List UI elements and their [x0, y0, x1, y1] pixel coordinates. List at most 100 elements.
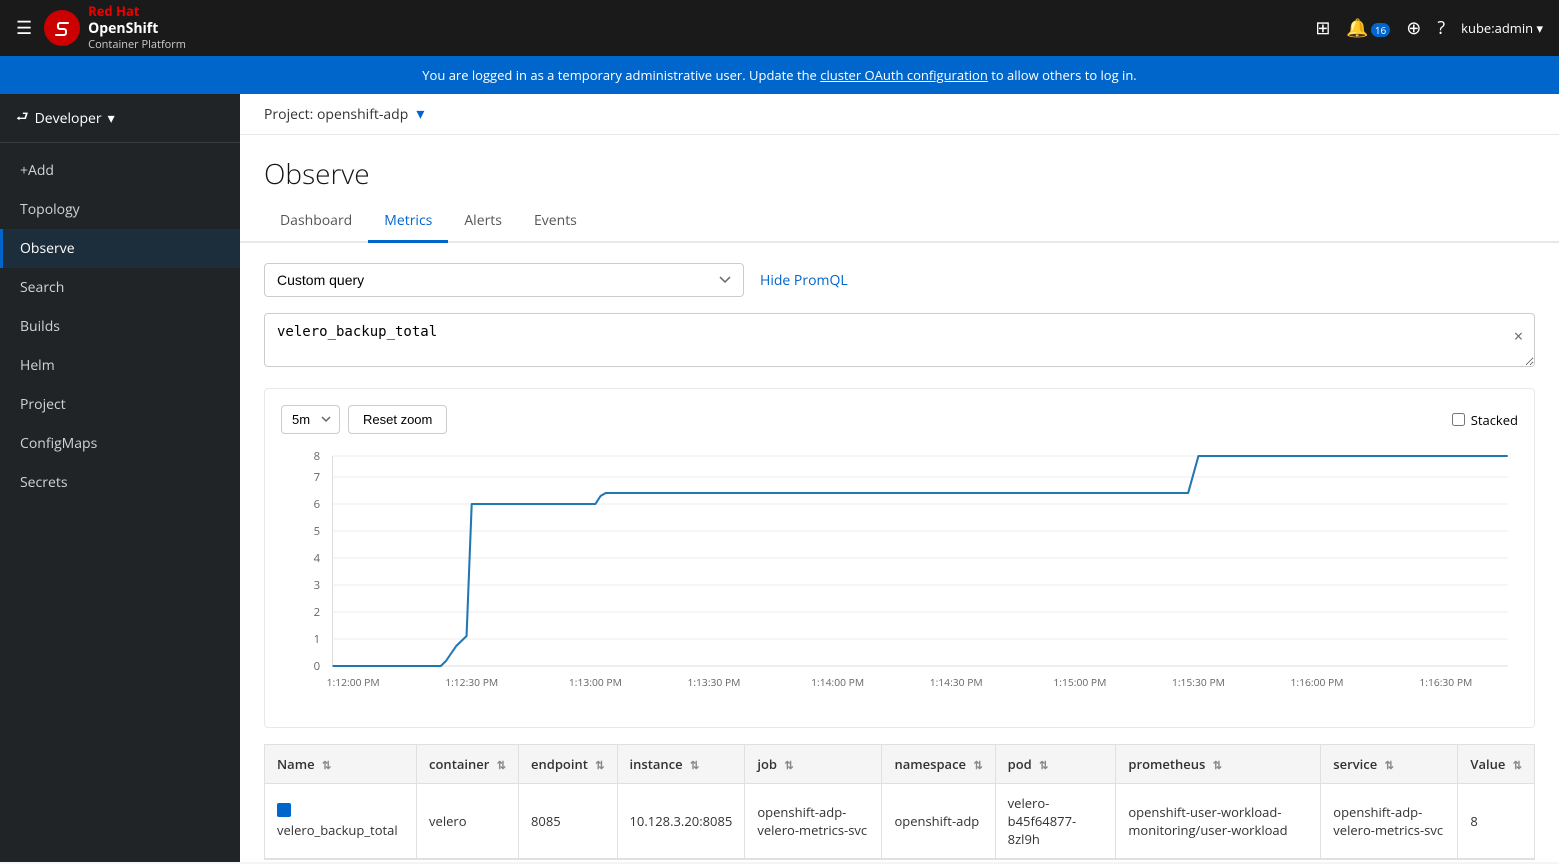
- query-type-select[interactable]: Custom query: [264, 263, 744, 297]
- sidebar-item-label: Builds: [20, 317, 60, 336]
- brand-text: Red Hat OpenShift Container Platform: [88, 3, 186, 52]
- grid-icon[interactable]: ⊞: [1315, 16, 1330, 40]
- chart-container: 5m Reset zoom Stacked: [264, 388, 1535, 728]
- results-table: Name ⇅ container ⇅ endpoint ⇅ instance: [264, 744, 1535, 859]
- sidebar-item-topology[interactable]: Topology: [0, 190, 240, 229]
- sidebar-item-label: Secrets: [20, 473, 68, 492]
- sidebar-item-label: ConfigMaps: [20, 434, 97, 453]
- reset-zoom-button[interactable]: Reset zoom: [348, 405, 447, 434]
- svg-text:5: 5: [314, 524, 320, 539]
- sort-icon[interactable]: ⇅: [1039, 758, 1048, 773]
- svg-text:1:16:30 PM: 1:16:30 PM: [1419, 675, 1472, 689]
- svg-text:1:13:30 PM: 1:13:30 PM: [687, 675, 740, 689]
- svg-text:1:16:00 PM: 1:16:00 PM: [1291, 675, 1344, 689]
- cell-job: openshift-adp-velero-metrics-svc: [745, 784, 882, 859]
- chart-controls: 5m Reset zoom Stacked: [281, 405, 1518, 434]
- sidebar-item-helm[interactable]: Helm: [0, 346, 240, 385]
- notification-badge: 16: [1371, 23, 1390, 37]
- cell-namespace: openshift-adp: [882, 784, 995, 859]
- query-row: Custom query Hide PromQL: [264, 263, 1535, 297]
- tab-metrics[interactable]: Metrics: [368, 201, 448, 243]
- project-dropdown-button[interactable]: ▾: [416, 104, 424, 124]
- hamburger-menu[interactable]: ☰: [16, 16, 32, 40]
- sidebar-item-search[interactable]: Search: [0, 268, 240, 307]
- sort-icon[interactable]: ⇅: [973, 758, 982, 773]
- stacked-checkbox[interactable]: [1452, 413, 1465, 426]
- svg-text:1:15:00 PM: 1:15:00 PM: [1053, 675, 1106, 689]
- notifications-icon[interactable]: 🔔16: [1346, 16, 1390, 40]
- time-range-select[interactable]: 5m: [281, 405, 340, 434]
- metrics-chart: 0 1 2 3 4 5 6 7 8 1:12:00 PM 1:12:30 PM …: [281, 446, 1518, 706]
- col-prometheus: prometheus ⇅: [1116, 745, 1321, 784]
- sort-icon[interactable]: ⇅: [497, 758, 506, 773]
- sort-icon[interactable]: ⇅: [690, 758, 699, 773]
- cell-service: openshift-adp-velero-metrics-svc: [1321, 784, 1458, 859]
- svg-text:7: 7: [314, 470, 320, 485]
- svg-text:6: 6: [314, 497, 320, 512]
- chart-svg-wrap: 0 1 2 3 4 5 6 7 8 1:12:00 PM 1:12:30 PM …: [281, 446, 1518, 711]
- sidebar-item-configmaps[interactable]: ConfigMaps: [0, 424, 240, 463]
- col-endpoint: endpoint ⇅: [518, 745, 617, 784]
- col-namespace: namespace ⇅: [882, 745, 995, 784]
- context-label: Developer: [35, 109, 102, 128]
- svg-text:8: 8: [314, 449, 320, 464]
- stacked-check: Stacked: [1452, 411, 1518, 429]
- sidebar-item-add[interactable]: +Add: [0, 151, 240, 190]
- sidebar: ⮐ Developer ▾ +Add Topology Observe Sear…: [0, 94, 240, 862]
- add-icon[interactable]: ⊕: [1406, 16, 1421, 40]
- sidebar-context[interactable]: ⮐ Developer ▾: [16, 106, 115, 130]
- sort-icon[interactable]: ⇅: [1213, 758, 1222, 773]
- oauth-config-link[interactable]: cluster OAuth configuration: [820, 66, 988, 84]
- promql-input[interactable]: velero_backup_total: [264, 313, 1535, 367]
- sidebar-nav: +Add Topology Observe Search Builds Helm…: [0, 143, 240, 510]
- user-menu[interactable]: kube:admin ▾: [1461, 19, 1543, 37]
- sort-icon[interactable]: ⇅: [784, 758, 793, 773]
- main-layout: ⮐ Developer ▾ +Add Topology Observe Sear…: [0, 94, 1559, 862]
- sort-icon[interactable]: ⇅: [1513, 758, 1522, 773]
- cell-endpoint: 8085: [518, 784, 617, 859]
- sort-icon[interactable]: ⇅: [595, 758, 604, 773]
- col-instance: instance ⇅: [617, 745, 745, 784]
- top-nav: ☰ Red Hat OpenShift Container Platform ⊞…: [0, 0, 1559, 56]
- svg-text:0: 0: [314, 659, 320, 674]
- help-icon[interactable]: ?: [1437, 16, 1445, 40]
- sidebar-item-label: Helm: [20, 356, 55, 375]
- col-job: job ⇅: [745, 745, 882, 784]
- tab-events[interactable]: Events: [518, 201, 593, 243]
- cell-pod: velero-b45f64877-8zl9h: [995, 784, 1116, 859]
- sort-icon[interactable]: ⇅: [1385, 758, 1394, 773]
- svg-text:1: 1: [314, 632, 320, 647]
- cell-instance: 10.128.3.20:8085: [617, 784, 745, 859]
- sort-icon[interactable]: ⇅: [322, 758, 331, 773]
- top-nav-right: ⊞ 🔔16 ⊕ ? kube:admin ▾: [1315, 16, 1543, 40]
- tabs: Dashboard Metrics Alerts Events: [240, 201, 1559, 243]
- svg-text:4: 4: [314, 551, 321, 566]
- table-row: velero_backup_total velero 8085 10.128.3…: [265, 784, 1535, 859]
- sidebar-item-secrets[interactable]: Secrets: [0, 463, 240, 502]
- tab-alerts[interactable]: Alerts: [448, 201, 518, 243]
- svg-text:1:12:00 PM: 1:12:00 PM: [327, 675, 380, 689]
- col-name: Name ⇅: [265, 745, 417, 784]
- chart-controls-left: 5m Reset zoom: [281, 405, 447, 434]
- col-pod: pod ⇅: [995, 745, 1116, 784]
- promql-clear-button[interactable]: ×: [1514, 325, 1523, 347]
- series-color-indicator: [277, 803, 291, 817]
- cell-container: velero: [417, 784, 519, 859]
- main-content: Project: openshift-adp ▾ Observe Dashboa…: [240, 94, 1559, 862]
- svg-text:3: 3: [314, 578, 320, 593]
- redhat-logo-icon: [44, 10, 80, 46]
- hide-promql-button[interactable]: Hide PromQL: [760, 271, 848, 290]
- col-container: container ⇅: [417, 745, 519, 784]
- svg-text:1:12:30 PM: 1:12:30 PM: [445, 675, 498, 689]
- tab-dashboard[interactable]: Dashboard: [264, 201, 368, 243]
- svg-text:1:15:30 PM: 1:15:30 PM: [1172, 675, 1225, 689]
- sidebar-item-project[interactable]: Project: [0, 385, 240, 424]
- sidebar-item-observe[interactable]: Observe: [0, 229, 240, 268]
- col-value: Value ⇅: [1458, 745, 1535, 784]
- sidebar-item-builds[interactable]: Builds: [0, 307, 240, 346]
- stacked-label[interactable]: Stacked: [1471, 411, 1518, 429]
- cell-prometheus: openshift-user-workload-monitoring/user-…: [1116, 784, 1321, 859]
- context-icon: ⮐: [16, 106, 29, 130]
- svg-text:1:14:30 PM: 1:14:30 PM: [930, 675, 983, 689]
- sidebar-item-label: Topology: [20, 200, 80, 219]
